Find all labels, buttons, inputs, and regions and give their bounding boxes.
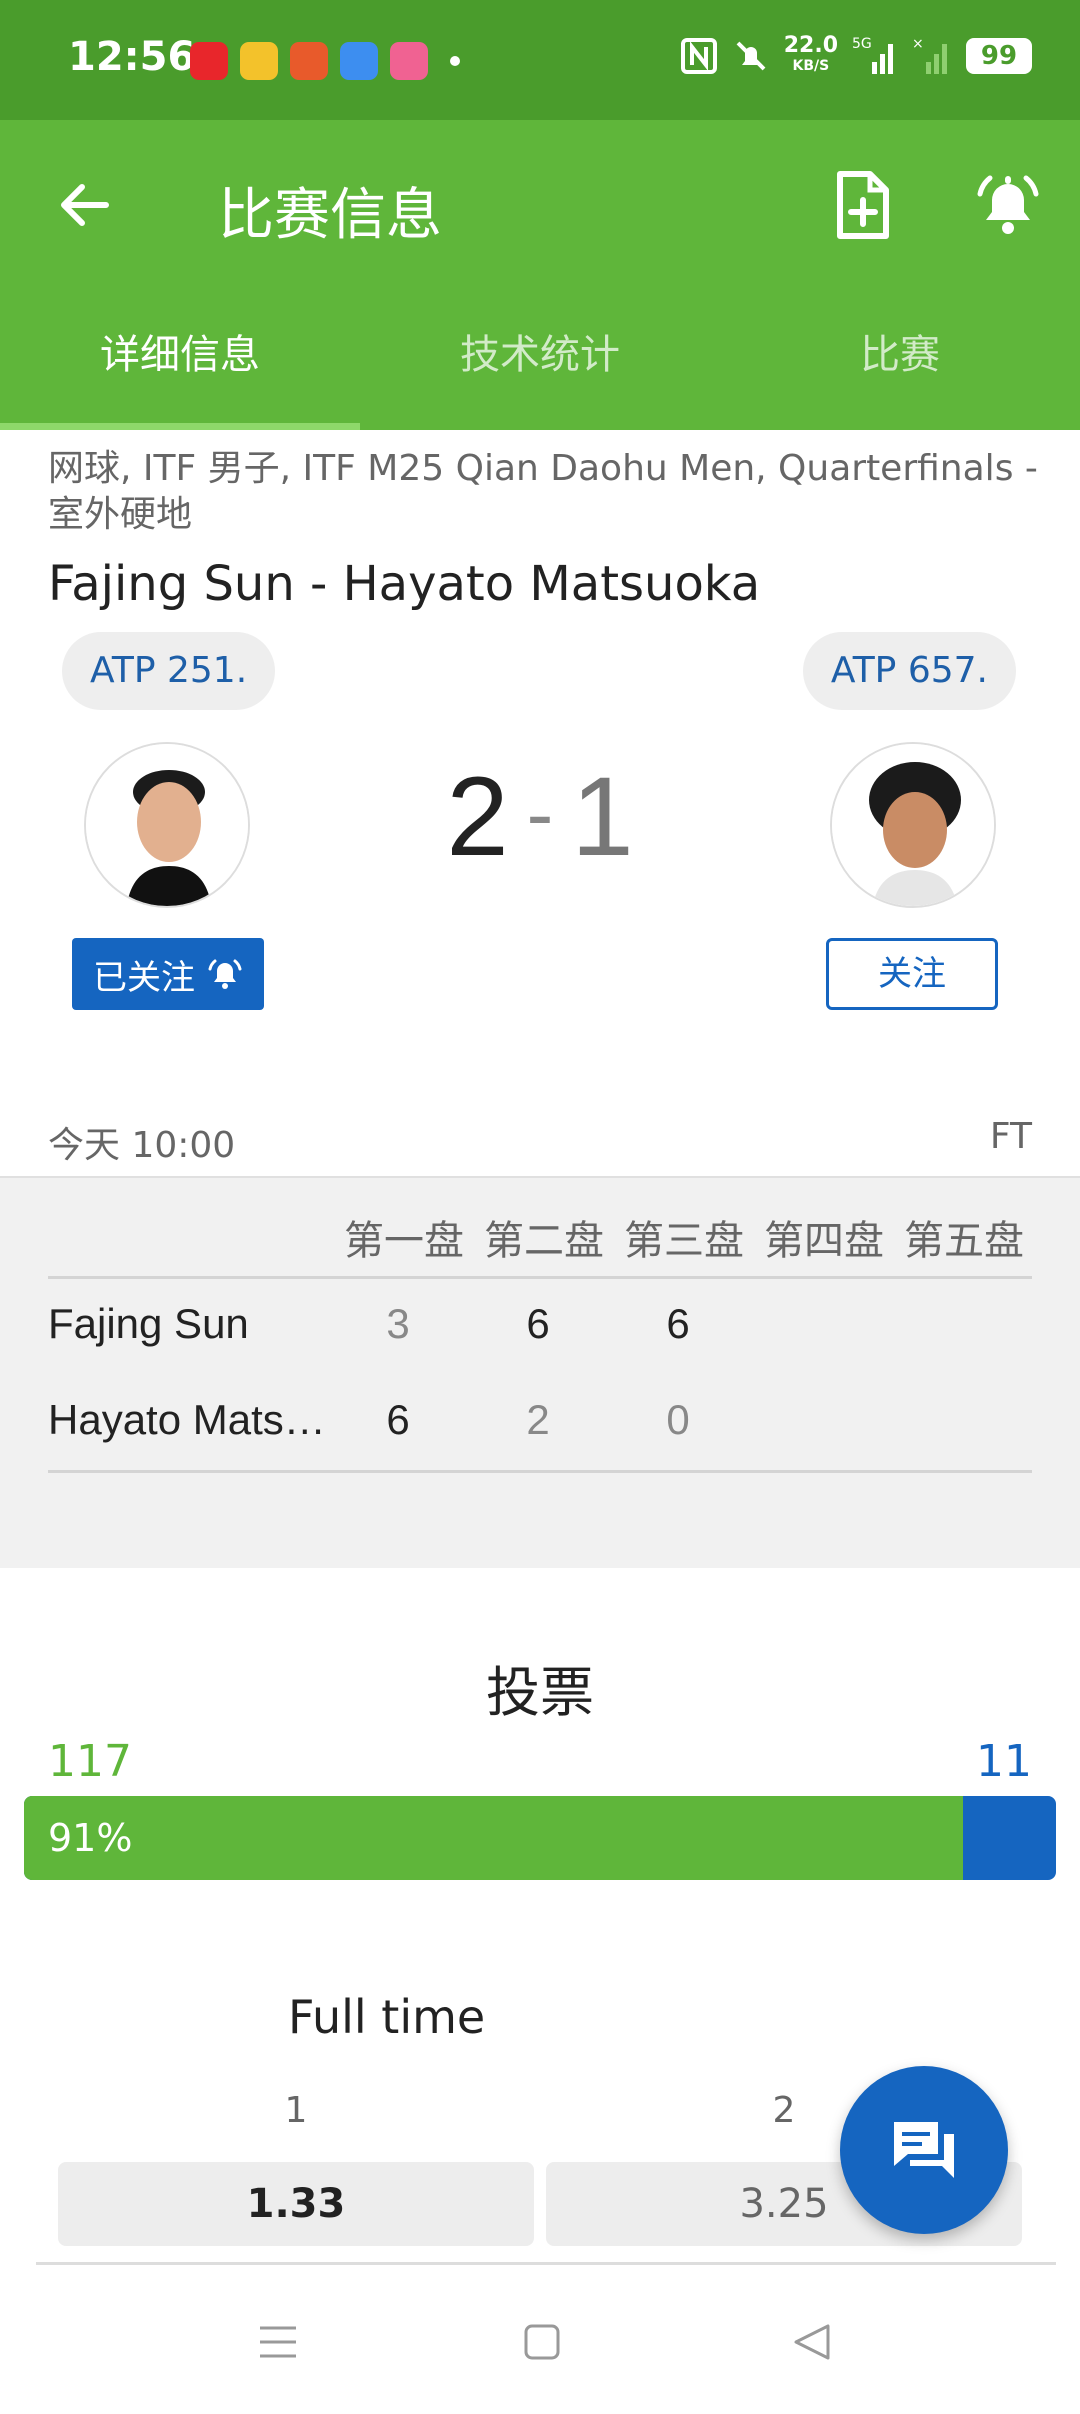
app-bar: 比赛信息 bbox=[0, 120, 1080, 290]
set-header: 第二盘 bbox=[484, 1218, 604, 1264]
status-time: 12:56 bbox=[68, 34, 196, 80]
away-vote-count: 11 bbox=[976, 1736, 1032, 1787]
home-rank-badge[interactable]: ATP 251. bbox=[62, 632, 276, 710]
set-score: 6 bbox=[386, 1396, 410, 1443]
bell-ring-icon bbox=[208, 959, 242, 989]
mute-icon bbox=[736, 41, 766, 71]
home-vote-percent: 91% bbox=[48, 1816, 133, 1860]
divider bbox=[36, 2262, 1056, 2265]
tab-bar: 详细信息 技术统计 比赛 bbox=[0, 290, 1080, 430]
system-nav-bar bbox=[0, 2280, 1080, 2414]
home-player-avatar[interactable] bbox=[84, 742, 250, 908]
set-scores-panel: 第一盘 第二盘 第三盘 第四盘 第五盘 Fajing Sun 3 6 6 Hay… bbox=[0, 1176, 1080, 1568]
add-document-icon[interactable] bbox=[830, 170, 896, 240]
home-icon[interactable] bbox=[520, 2320, 564, 2364]
player-photo bbox=[832, 744, 994, 906]
set-headers: 第一盘 第二盘 第三盘 第四盘 第五盘 bbox=[334, 1208, 1034, 1266]
match-title: Fajing Sun - Hayato Matsuoka bbox=[48, 556, 761, 612]
player-name: Hayato Mats… bbox=[48, 1396, 326, 1443]
bilibili-icon bbox=[390, 42, 428, 80]
home-vote-fill bbox=[24, 1796, 964, 1880]
follow-home-button[interactable]: 已关注 bbox=[72, 938, 264, 1010]
set-score: 3 bbox=[386, 1300, 410, 1347]
signal-weak-icon: × bbox=[912, 36, 947, 74]
follow-home-label: 已关注 bbox=[93, 957, 195, 998]
set-header: 第一盘 bbox=[344, 1218, 464, 1264]
status-indicators: 22.0 KB/S 5G × 99 bbox=[680, 33, 1032, 76]
set-header: 第五盘 bbox=[904, 1218, 1024, 1264]
tab-statistics[interactable]: 技术统计 bbox=[360, 290, 720, 430]
battery-icon: 99 bbox=[966, 38, 1032, 74]
nfc-icon bbox=[680, 38, 717, 74]
set-header: 第四盘 bbox=[764, 1218, 884, 1264]
match-status: FT bbox=[989, 1116, 1032, 1157]
back-triangle-icon[interactable] bbox=[790, 2320, 834, 2364]
chat-button[interactable] bbox=[840, 2066, 1008, 2234]
away-rank-badge[interactable]: ATP 657. bbox=[802, 632, 1016, 710]
follow-away-button[interactable]: 关注 bbox=[826, 938, 998, 1010]
set-score: 6 bbox=[666, 1300, 690, 1347]
set-score: 0 bbox=[666, 1396, 690, 1443]
chat-icon bbox=[894, 2122, 954, 2178]
score-separator: - bbox=[526, 769, 554, 858]
divider bbox=[48, 1470, 1032, 1473]
status-app-icons bbox=[190, 42, 460, 80]
match-date: 今天 10:00 bbox=[48, 1125, 236, 1166]
odds-label: 1 bbox=[284, 2090, 308, 2131]
weibo-icon bbox=[240, 42, 278, 80]
divider bbox=[48, 1276, 1032, 1279]
tab-matches[interactable]: 比赛 bbox=[720, 290, 1080, 430]
page-title: 比赛信息 bbox=[218, 183, 442, 248]
set-score: 6 bbox=[526, 1300, 550, 1347]
app-notification-icon bbox=[290, 42, 328, 80]
vote-title: 投票 bbox=[486, 1661, 594, 1724]
player-name: Fajing Sun bbox=[48, 1300, 249, 1347]
bell-icon[interactable] bbox=[972, 168, 1044, 240]
arrow-left-icon[interactable] bbox=[52, 172, 118, 238]
svg-text:5G: 5G bbox=[852, 36, 872, 52]
away-player-avatar[interactable] bbox=[830, 742, 996, 908]
match-time-row: 今天 10:00 FT bbox=[48, 1116, 1032, 1168]
svg-text:×: × bbox=[912, 36, 924, 52]
menu-icon[interactable] bbox=[256, 2320, 300, 2364]
home-vote-count: 117 bbox=[48, 1736, 132, 1787]
odds-home-button[interactable]: 1.33 bbox=[58, 2162, 534, 2246]
net-speed: 22.0 KB/S bbox=[783, 33, 838, 75]
away-sets-won: 1 bbox=[571, 754, 634, 879]
odds-title: Full time bbox=[288, 1990, 486, 2044]
match-score: 2-1 bbox=[380, 752, 700, 881]
signal-5g-icon: 5G bbox=[852, 36, 893, 74]
vote-bar[interactable]: 91% bbox=[24, 1796, 1056, 1880]
home-sets-won: 2 bbox=[446, 754, 509, 879]
tab-details[interactable]: 详细信息 bbox=[0, 290, 360, 430]
app-notification-icon bbox=[340, 42, 378, 80]
tournament-info: 网球, ITF 男子, ITF M25 Qian Daohu Men, Quar… bbox=[48, 448, 1038, 535]
player-photo bbox=[86, 744, 248, 906]
app-notification-icon bbox=[190, 42, 228, 80]
more-notifications-icon bbox=[450, 56, 460, 66]
status-bar: 12:56 22.0 KB/S 5G × 99 bbox=[0, 0, 1080, 120]
set-score: 2 bbox=[526, 1396, 550, 1443]
set-header: 第三盘 bbox=[624, 1218, 744, 1264]
